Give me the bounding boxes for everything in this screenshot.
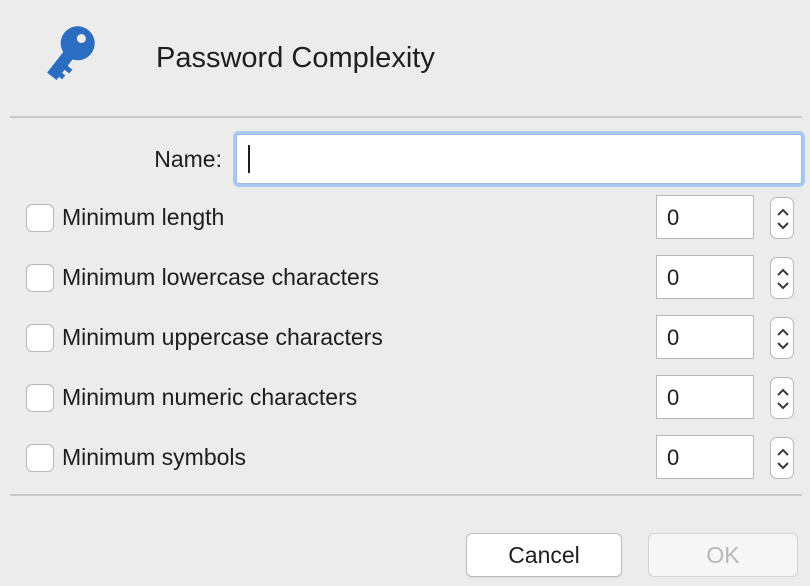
minimum-uppercase-value-field[interactable]: 0 [656,315,754,359]
minimum-numeric-checkbox[interactable] [26,384,54,412]
rule-row-minimum-symbols: Minimum symbols 0 [0,433,810,483]
minimum-length-stepper[interactable] [770,197,794,239]
minimum-uppercase-label: Minimum uppercase characters [62,324,383,350]
footer-divider [10,494,802,496]
name-input[interactable] [236,134,802,184]
dialog-title: Password Complexity [156,42,435,74]
minimum-symbols-label: Minimum symbols [62,444,247,470]
minimum-numeric-stepper[interactable] [770,377,794,419]
key-icon [47,26,95,81]
minimum-lowercase-label: Minimum lowercase characters [62,264,379,290]
name-label: Name: [154,146,222,172]
minimum-uppercase-checkbox[interactable] [26,324,54,352]
minimum-lowercase-checkbox[interactable] [26,264,54,292]
minimum-symbols-value-field[interactable]: 0 [656,435,754,479]
rule-row-minimum-numeric: Minimum numeric characters 0 [0,373,810,423]
rule-row-minimum-uppercase: Minimum uppercase characters 0 [0,313,810,363]
ok-button[interactable]: OK [648,533,798,577]
stepper-arrows-icon [777,328,789,350]
dialog-header: Password Complexity [0,0,810,118]
minimum-numeric-label: Minimum numeric characters [62,384,358,410]
rule-row-minimum-lowercase: Minimum lowercase characters 0 [0,253,810,303]
minimum-lowercase-stepper[interactable] [770,257,794,299]
minimum-length-checkbox[interactable] [26,204,54,232]
password-complexity-dialog: Password Complexity Name: Minimum length… [0,0,810,586]
stepper-arrows-icon [777,388,789,410]
stepper-arrows-icon [777,448,789,470]
minimum-lowercase-value-field[interactable]: 0 [656,255,754,299]
stepper-arrows-icon [777,208,789,230]
text-caret [248,145,250,173]
minimum-symbols-checkbox[interactable] [26,444,54,472]
minimum-length-value-field[interactable]: 0 [656,195,754,239]
minimum-numeric-value-field[interactable]: 0 [656,375,754,419]
rule-row-minimum-length: Minimum length 0 [0,193,810,243]
minimum-symbols-stepper[interactable] [770,437,794,479]
minimum-uppercase-stepper[interactable] [770,317,794,359]
stepper-arrows-icon [777,268,789,290]
header-divider [10,116,802,118]
minimum-length-label: Minimum length [62,204,225,230]
cancel-button[interactable]: Cancel [466,533,622,577]
